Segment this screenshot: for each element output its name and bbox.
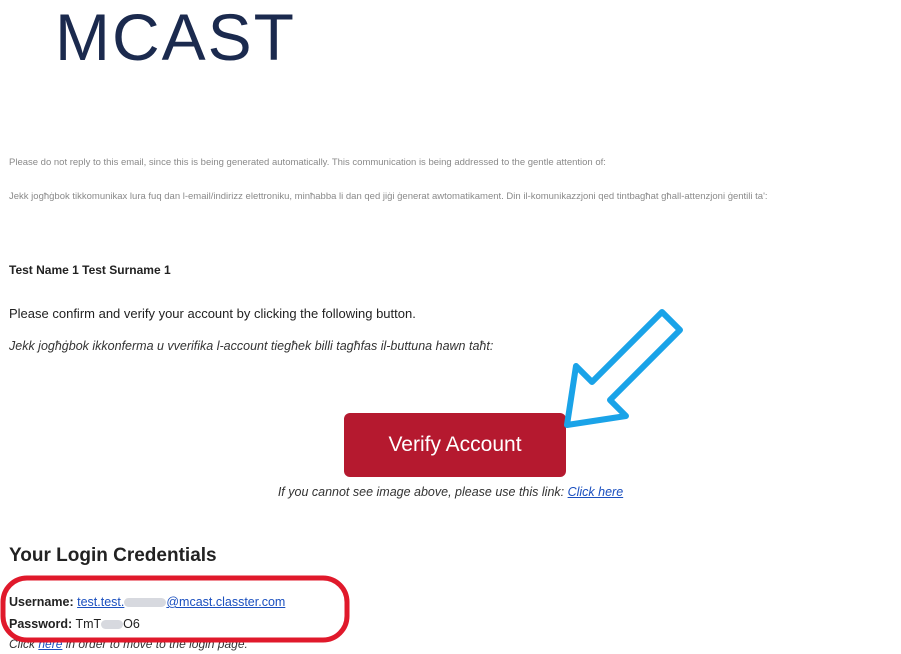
login-line-pre: Click — [9, 637, 39, 651]
auto-reply-notice-english: Please do not reply to this email, since… — [9, 157, 606, 168]
confirm-instruction-english: Please confirm and verify your account b… — [9, 306, 416, 321]
recipient-name: Test Name 1 Test Surname 1 — [9, 263, 171, 277]
password-prefix: TmT — [75, 617, 102, 631]
login-line-post: in order to move to the login page. — [62, 637, 248, 651]
fallback-text: If you cannot see image above, please us… — [277, 485, 568, 499]
login-here-link[interactable]: here — [38, 637, 62, 651]
auto-reply-notice-maltese: Jekk jogħġbok tikkomunikax lura fuq dan … — [9, 191, 768, 202]
password-row: Password: TmT O6 — [9, 617, 140, 631]
username-suffix: @mcast.classter.com — [166, 595, 286, 609]
logo-text: MCAST — [55, 2, 296, 72]
password-suffix: O6 — [123, 617, 140, 631]
login-page-line: Click here in order to move to the login… — [9, 637, 248, 651]
confirm-instruction-maltese: Jekk jogħġbok ikkonferma u vverifika l-a… — [9, 339, 494, 353]
password-label: Password: — [9, 617, 73, 631]
username-label: Username: — [9, 595, 74, 609]
fallback-link-line: If you cannot see image above, please us… — [0, 485, 901, 499]
blue-arrow-icon — [564, 309, 683, 428]
username-prefix: test.test. — [77, 595, 125, 609]
username-row: Username: test.test. @mcast.classter.com — [9, 595, 285, 609]
redaction-mark — [124, 598, 167, 608]
redaction-mark — [101, 620, 124, 630]
verify-account-button[interactable]: Verify Account — [344, 413, 566, 477]
mcast-logo: MCAST — [55, 2, 325, 72]
click-here-link[interactable]: Click here — [568, 485, 624, 499]
login-credentials-title: Your Login Credentials — [9, 545, 217, 566]
username-email-link[interactable]: test.test. @mcast.classter.com — [77, 595, 285, 609]
